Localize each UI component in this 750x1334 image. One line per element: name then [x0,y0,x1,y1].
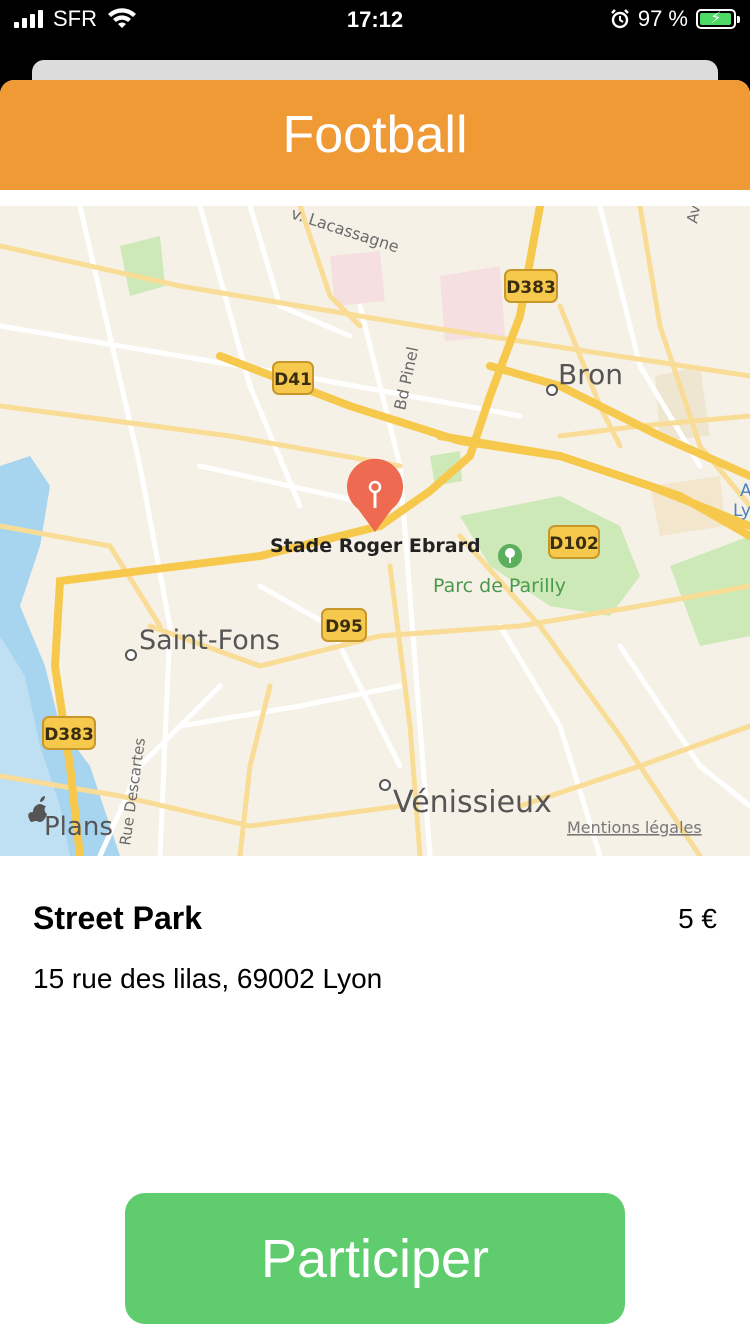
street-label-rue-descartes: Rue Descartes [116,737,149,847]
place-row: Street Park 5 € [33,900,717,937]
stadium-label: Stade Roger Ebrard [270,535,481,557]
svg-text:D383: D383 [44,725,94,745]
city-label-saint-fons: Saint-Fons [139,625,280,656]
participate-button[interactable]: Participer [125,1193,625,1324]
alarm-icon [610,9,629,29]
street-label-lacassagne: v. Lacassagne [289,206,402,257]
road-shield-d41: D41 [272,361,314,395]
road-shield-d383-left: D383 [42,716,96,750]
place-address: 15 rue des lilas, 69002 Lyon [33,963,383,994]
svg-text:Av: Av [683,206,704,225]
road-shield-d95: D95 [321,608,367,642]
place-name: Street Park [33,900,202,936]
svg-text:D383: D383 [506,278,556,298]
header-bar: Football [0,80,750,190]
park-icon [498,544,522,568]
event-sheet: Football D383 D41 D102 D95 D383 v. Lacas… [0,80,750,1334]
park-label: Parc de Parilly [433,575,566,597]
road-shield-d383-top: D383 [504,269,558,303]
battery-percent: 97 % [637,6,688,31]
city-label-venissieux: Vénissieux [393,785,552,820]
map-view[interactable]: D383 D41 D102 D95 D383 v. Lacassagne Bd … [0,206,750,856]
location-pin-icon[interactable] [347,458,404,532]
status-right: 97 % ⚡ [610,6,740,32]
svg-text:D102: D102 [549,534,599,554]
place-price: 5 € [678,902,717,934]
svg-text:D41: D41 [274,370,312,390]
street-label-bd-pinel: Bd Pinel [390,345,422,412]
page-title: Football [282,106,468,164]
road-shield-d102: D102 [548,525,600,559]
svg-text:A: A [740,481,750,501]
svg-text:Ly: Ly [733,501,750,521]
maps-brand: Plans [44,812,113,842]
map-canvas: D383 D41 D102 D95 D383 v. Lacassagne Bd … [0,206,750,856]
battery-icon: ⚡ [696,9,740,29]
place-details: Street Park 5 € 15 rue des lilas, 69002 … [33,900,717,995]
status-bar: SFR 17:12 97 % ⚡ [0,0,750,40]
city-label-bron: Bron [558,358,623,391]
svg-text:D95: D95 [325,617,363,637]
legal-link[interactable]: Mentions légales [567,818,702,837]
